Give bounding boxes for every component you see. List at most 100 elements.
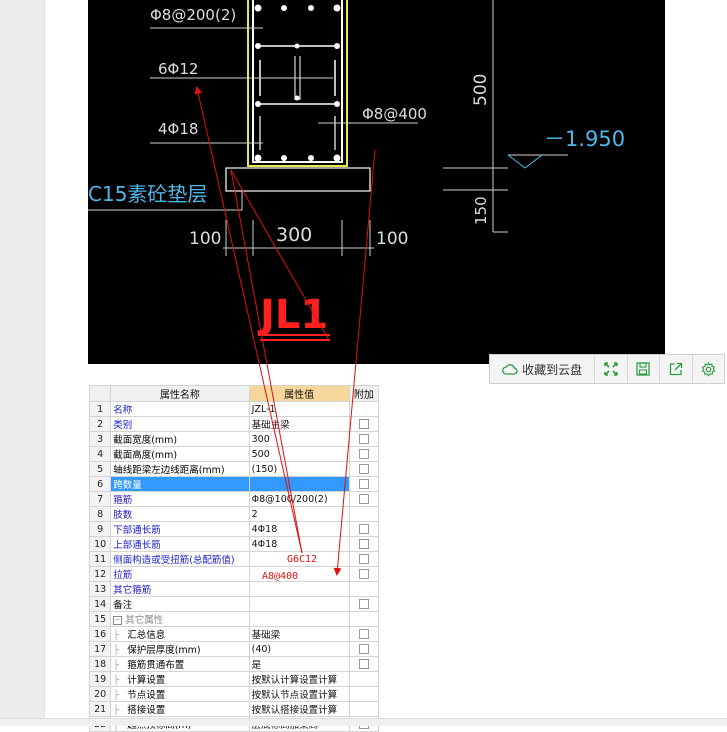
row-number: 21 xyxy=(88,701,112,717)
extra-checkbox[interactable] xyxy=(358,524,369,534)
property-name-text: 下部通长筋 xyxy=(113,525,161,536)
tree-branch-icon: ├ xyxy=(113,660,119,671)
table-header: 属性名称 属性值 附加 xyxy=(88,385,380,402)
table-row[interactable]: 8 肢数 2 xyxy=(88,506,380,522)
save-button[interactable] xyxy=(628,355,661,383)
property-name: 拉筋 xyxy=(110,566,250,582)
property-name: ├ 计算设置 xyxy=(110,671,250,687)
settings-button[interactable] xyxy=(693,355,724,383)
share-icon xyxy=(669,362,682,376)
property-value[interactable]: 300 xyxy=(248,431,350,447)
table-row[interactable]: 6 跨数量 xyxy=(88,476,380,492)
table-row[interactable]: 5 轴线距梁左边线距离(mm) (150) xyxy=(88,461,380,477)
image-toolbar: 收藏到云盘 xyxy=(489,354,725,384)
table-row[interactable]: 13 其它箍筋 xyxy=(88,581,380,597)
fullscreen-button[interactable] xyxy=(595,355,628,383)
callout-cushion: C15素砼垫层 xyxy=(88,182,207,206)
table-row[interactable]: 15− 其它属性 xyxy=(88,611,380,627)
property-name: 截面宽度(mm) xyxy=(110,431,250,447)
property-name-text: 节点设置 xyxy=(127,690,166,701)
dim-bottom: 150 xyxy=(472,196,490,225)
extra-checkbox[interactable] xyxy=(358,464,369,474)
extra-checkbox[interactable] xyxy=(358,599,369,609)
extra-cell xyxy=(348,596,380,612)
beam-label: JL1 xyxy=(257,292,328,338)
share-button[interactable] xyxy=(660,355,693,383)
property-value[interactable]: (40) xyxy=(248,641,350,657)
extra-checkbox[interactable] xyxy=(358,629,369,639)
property-name: − 其它属性 xyxy=(110,611,250,627)
row-number: 20 xyxy=(88,686,112,702)
extra-cell xyxy=(348,581,380,597)
property-value[interactable] xyxy=(248,596,350,612)
extra-checkbox[interactable] xyxy=(358,554,369,564)
property-value[interactable]: 按默认节点设置计算 xyxy=(248,686,350,702)
property-name: 类别 xyxy=(110,416,250,432)
row-number: 14 xyxy=(88,596,112,612)
property-name-text: 轴线距梁左边线距离(mm) xyxy=(113,465,225,476)
row-number: 12 xyxy=(88,566,112,582)
property-name: 下部通长筋 xyxy=(110,521,250,537)
extra-checkbox[interactable] xyxy=(358,434,369,444)
beam-section xyxy=(247,0,348,167)
table-row[interactable]: 14 备注 xyxy=(88,596,380,612)
table-row[interactable]: 9 下部通长筋 4Φ18 xyxy=(88,521,380,537)
extra-cell xyxy=(348,401,380,417)
gear-icon xyxy=(701,361,716,376)
property-value[interactable]: 2 xyxy=(248,506,350,522)
property-value[interactable]: 基础梁 xyxy=(248,626,350,642)
fullscreen-icon xyxy=(604,362,618,376)
property-name: 名称 xyxy=(110,401,250,417)
table-row[interactable]: 2 类别 基础主梁 xyxy=(88,416,380,432)
table-row[interactable]: 12 拉筋 xyxy=(88,566,380,582)
property-name: 轴线距梁左边线距离(mm) xyxy=(110,461,250,477)
collapse-icon[interactable]: − xyxy=(113,616,123,625)
property-value[interactable]: 按默认搭接设置计算 xyxy=(248,701,350,717)
save-to-cloud-button[interactable]: 收藏到云盘 xyxy=(490,355,596,383)
table-row[interactable]: 7 箍筋 Φ8@100/200(2) xyxy=(88,491,380,507)
property-value[interactable]: (150) xyxy=(248,461,350,477)
property-value[interactable]: Φ8@100/200(2) xyxy=(248,491,350,507)
table-row[interactable]: 21 ├ 搭接设置 按默认搭接设置计算 xyxy=(88,701,380,717)
extra-checkbox[interactable] xyxy=(358,569,369,579)
table-row[interactable]: 16 ├ 汇总信息 基础梁 xyxy=(88,626,380,642)
extra-cell xyxy=(348,521,380,537)
side-bar-note: G6C12 xyxy=(287,554,318,565)
property-value[interactable]: 按默认计算设置计算 xyxy=(248,671,350,687)
table-row[interactable]: 11 侧面构造或受扭筋(总配筋值) xyxy=(88,551,380,567)
table-row[interactable]: 4 截面高度(mm) 500 xyxy=(88,446,380,462)
property-name-text: 肢数 xyxy=(113,510,133,521)
extra-checkbox[interactable] xyxy=(358,494,369,504)
property-value[interactable]: 4Φ18 xyxy=(248,536,350,552)
dim-right: 100 xyxy=(376,229,408,249)
table-row[interactable]: 20 ├ 节点设置 按默认节点设置计算 xyxy=(88,686,380,702)
extra-checkbox[interactable] xyxy=(358,479,369,489)
extra-cell xyxy=(348,656,380,672)
property-value[interactable]: 500 xyxy=(248,446,350,462)
property-value[interactable] xyxy=(248,611,350,627)
property-name-text: 侧面构造或受扭筋(总配筋值) xyxy=(113,555,235,566)
property-value[interactable]: JZL-1 xyxy=(248,401,350,417)
table-row[interactable]: 19 ├ 计算设置 按默认计算设置计算 xyxy=(88,671,380,687)
callout-tie: Φ8@400 xyxy=(362,105,427,123)
tree-branch-icon: ├ xyxy=(113,675,119,686)
property-value[interactable]: 是 xyxy=(248,656,350,672)
extra-checkbox[interactable] xyxy=(358,419,369,429)
property-name: 上部通长筋 xyxy=(110,536,250,552)
property-value[interactable]: 基础主梁 xyxy=(248,416,350,432)
extra-checkbox[interactable] xyxy=(358,449,369,459)
extra-checkbox[interactable] xyxy=(358,539,369,549)
extra-checkbox[interactable] xyxy=(358,644,369,654)
row-number: 19 xyxy=(88,671,112,687)
property-value[interactable] xyxy=(248,476,350,492)
cushion-layer xyxy=(225,167,371,192)
extra-checkbox[interactable] xyxy=(358,659,369,669)
table-row[interactable]: 3 截面宽度(mm) 300 xyxy=(88,431,380,447)
table-row[interactable]: 10 上部通长筋 4Φ18 xyxy=(88,536,380,552)
table-row[interactable]: 18 ├ 箍筋贯通布置 是 xyxy=(88,656,380,672)
callout-bottom-bars: 4Φ18 xyxy=(158,120,198,138)
table-row[interactable]: 17 ├ 保护层厚度(mm) (40) xyxy=(88,641,380,657)
table-row[interactable]: 1 名称 JZL-1 xyxy=(88,401,380,417)
property-value[interactable] xyxy=(248,581,350,597)
property-value[interactable]: 4Φ18 xyxy=(248,521,350,537)
